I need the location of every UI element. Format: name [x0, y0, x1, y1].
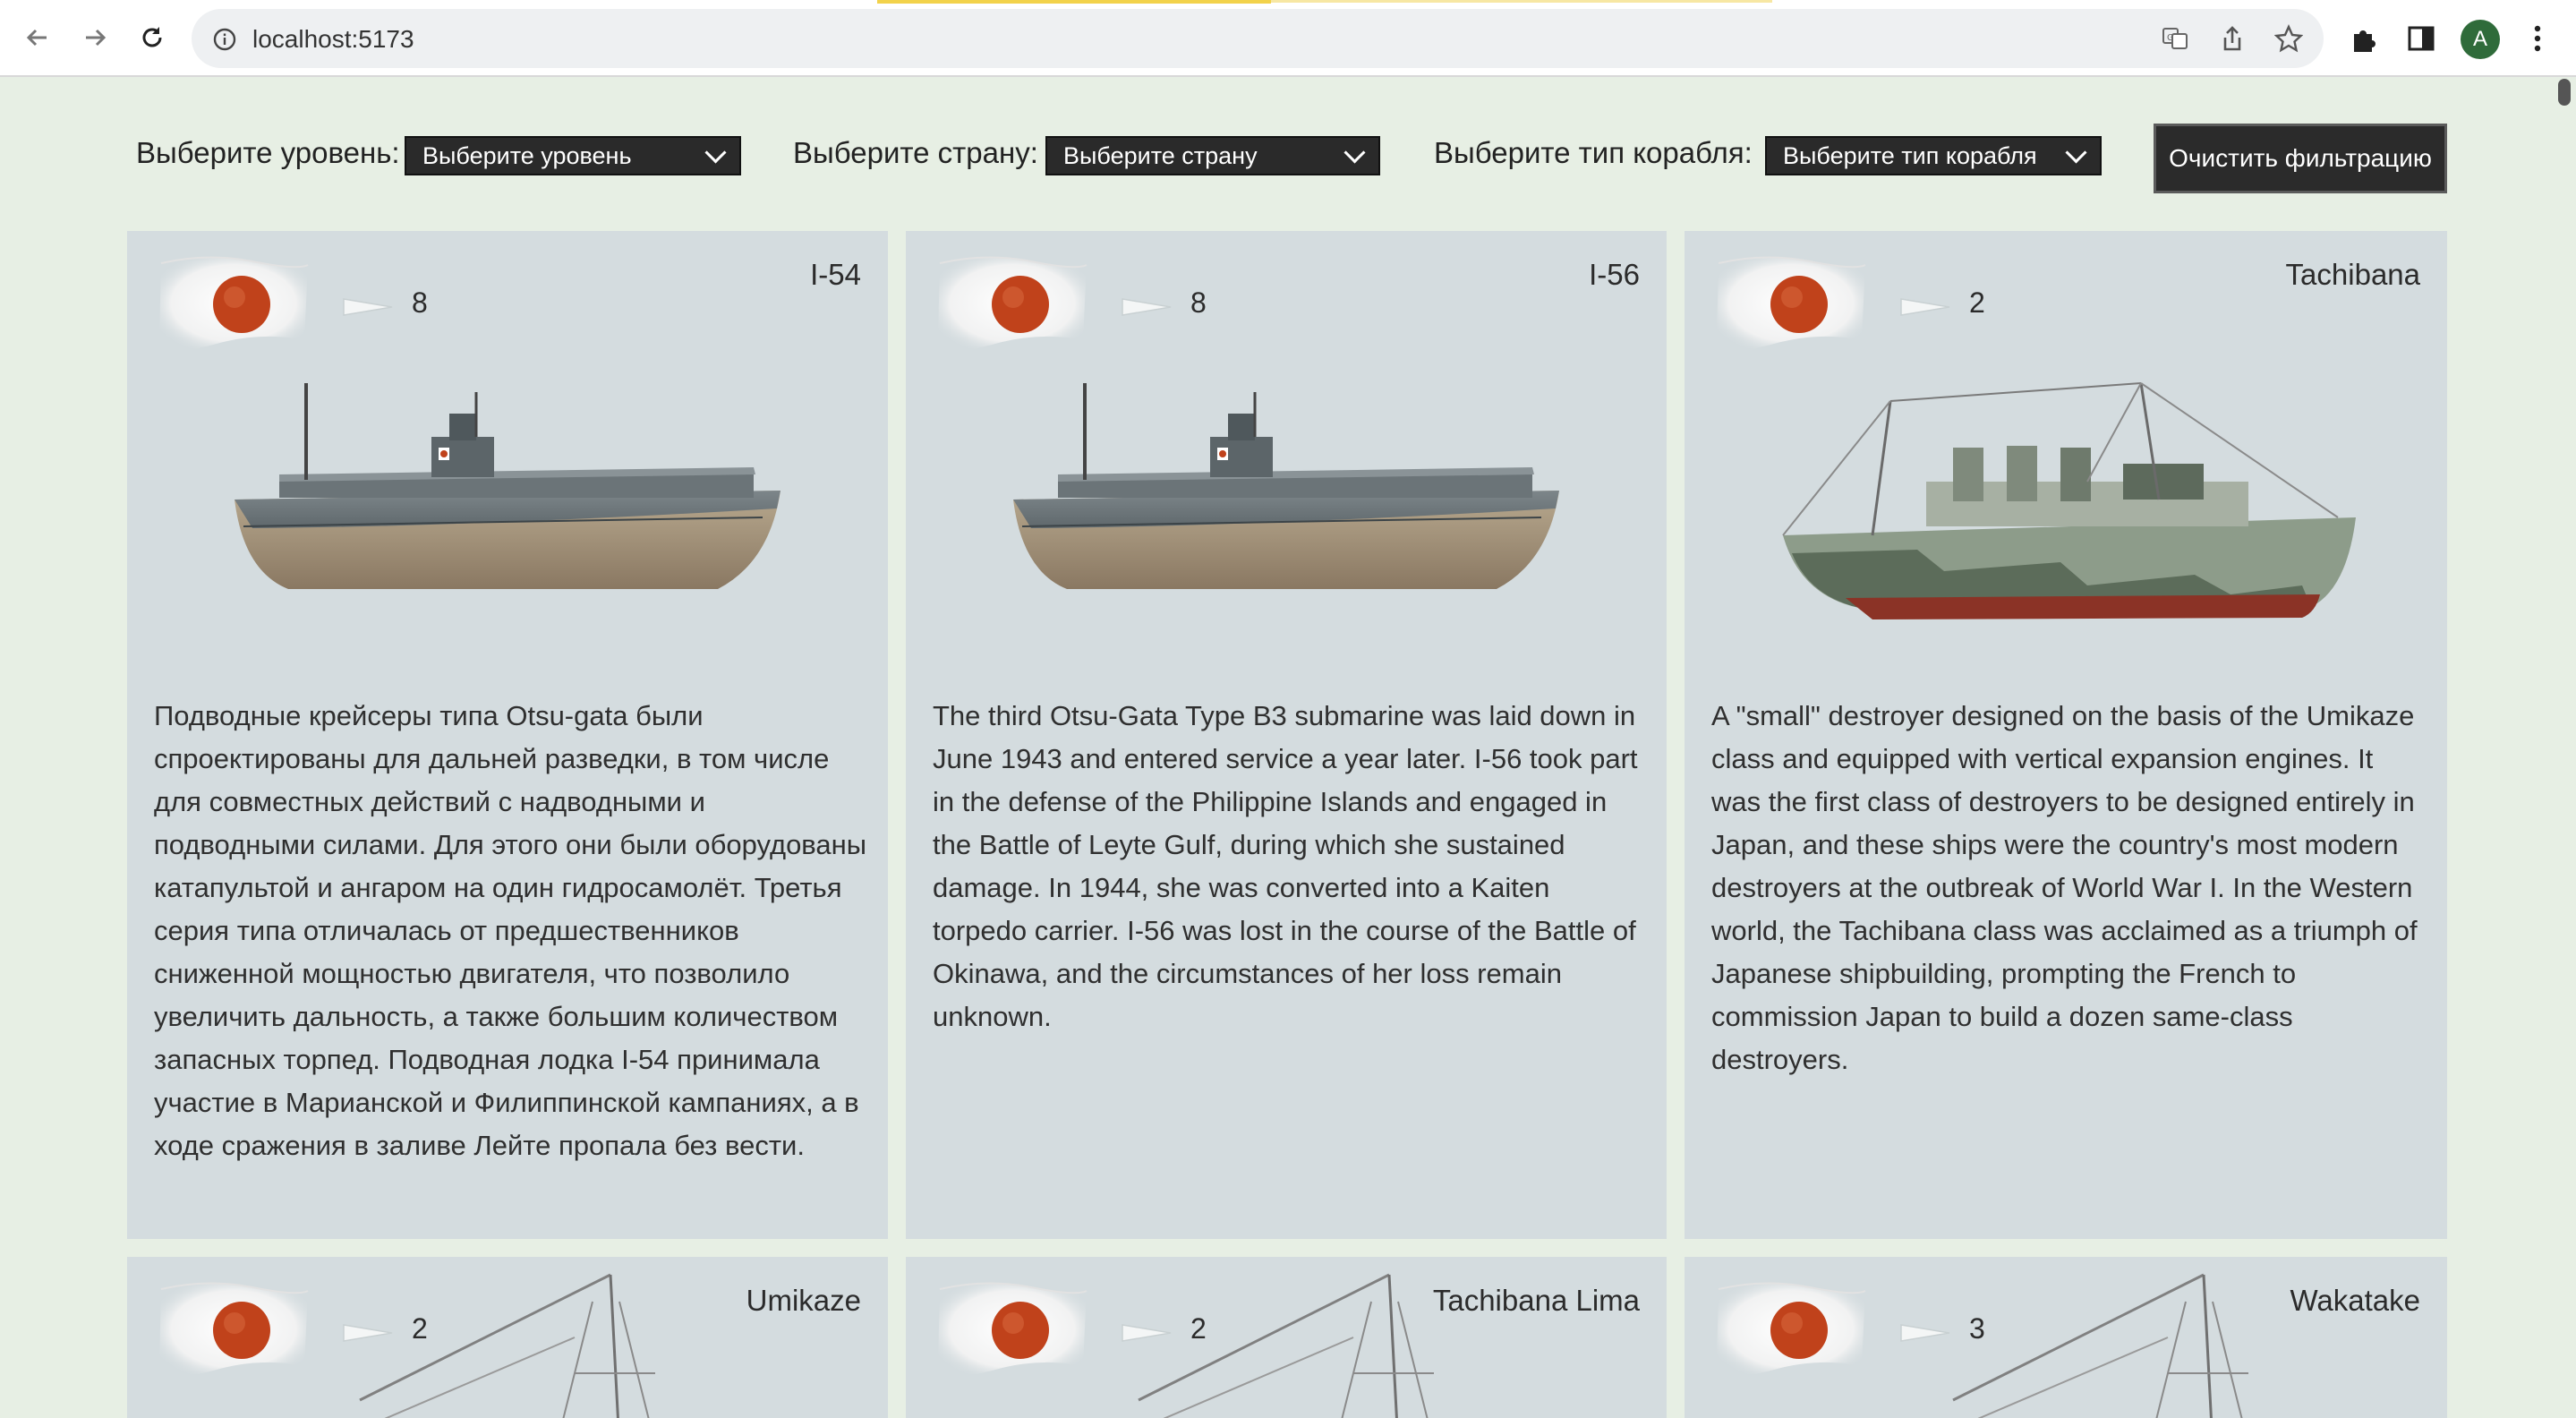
- chevron-down-icon: [2065, 141, 2087, 164]
- page-scrollbar[interactable]: [2558, 79, 2571, 106]
- tier-arrow-icon: [1900, 1324, 1950, 1342]
- ship-description: Подводные крейсеры типа Otsu-gata были с…: [154, 700, 867, 1161]
- ship-tier: 2: [1190, 1312, 1207, 1345]
- ship-tier: 8: [1190, 286, 1207, 319]
- tier-arrow-icon: [343, 1324, 393, 1342]
- ship-card[interactable]: 2 Tachibana Lima: [906, 1257, 1667, 1418]
- ship-type-select-value: Выберите тип корабля: [1783, 141, 2037, 169]
- ship-name: I-56: [1589, 258, 1640, 291]
- ship-card[interactable]: 2 Umikaze: [127, 1257, 888, 1418]
- share-icon[interactable]: [2218, 24, 2247, 53]
- reload-icon[interactable]: [134, 20, 170, 56]
- tier-arrow-icon: [343, 298, 393, 316]
- ship-tier: 8: [412, 286, 428, 319]
- translate-icon[interactable]: G: [2161, 24, 2189, 53]
- svg-text:G: G: [2167, 33, 2174, 43]
- profile-avatar[interactable]: A: [2461, 20, 2500, 59]
- ship-image: [233, 381, 782, 591]
- ship-name: Wakatake: [2290, 1284, 2420, 1317]
- url-text[interactable]: localhost:5173: [252, 25, 414, 54]
- info-icon[interactable]: [213, 28, 236, 56]
- country-select-value: Выберите страну: [1063, 141, 1258, 169]
- ship-card[interactable]: 2 Tachibana A "small" destroyer designed…: [1685, 231, 2447, 1239]
- japan-flag-icon: [1716, 1282, 1866, 1376]
- level-select-value: Выберите уровень: [422, 141, 632, 169]
- clear-filter-button[interactable]: Очистить фильтрацию: [2154, 124, 2447, 193]
- ship-card[interactable]: 8 I-56 The third Otsu-Gata Type B3 subma…: [906, 231, 1667, 1239]
- ship-name: Tachibana Lima: [1432, 1284, 1640, 1317]
- level-select[interactable]: Выберите уровень: [405, 136, 741, 175]
- tier-arrow-icon: [1122, 298, 1172, 316]
- ship-image: [1011, 381, 1561, 591]
- ship-type-filter-label: Выберите тип корабля:: [1434, 136, 1753, 169]
- ship-card[interactable]: 3 Wakatake: [1685, 1257, 2447, 1418]
- loading-bar: [877, 0, 1271, 4]
- japan-flag-icon: [937, 1282, 1088, 1376]
- ship-description: A "small" destroyer designed on the basi…: [1711, 700, 2418, 1075]
- loading-bar-trail: [1271, 0, 1772, 3]
- ship-tier: 2: [412, 1312, 428, 1345]
- browser-toolbar: localhost:5173 G A: [0, 0, 2576, 77]
- japan-flag-icon: [158, 256, 309, 350]
- country-filter-label: Выберите страну:: [793, 136, 1038, 169]
- country-select[interactable]: Выберите страну: [1045, 136, 1380, 175]
- japan-flag-icon: [158, 1282, 309, 1376]
- back-icon[interactable]: [20, 20, 55, 56]
- ship-card[interactable]: 8 I-54 Подводные крейсеры типа Otsu-gata…: [127, 231, 888, 1239]
- ship-name: I-54: [810, 258, 861, 291]
- forward-icon[interactable]: [77, 20, 113, 56]
- bookmark-star-icon[interactable]: [2274, 24, 2303, 53]
- japan-flag-icon: [937, 256, 1088, 350]
- tier-arrow-icon: [1122, 1324, 1172, 1342]
- ship-image: [1781, 381, 2358, 621]
- chevron-down-icon: [704, 141, 727, 164]
- ship-type-select[interactable]: Выберите тип корабля: [1765, 136, 2102, 175]
- ship-name: Umikaze: [746, 1284, 861, 1317]
- ship-image: [322, 1273, 657, 1418]
- ship-tier: 3: [1969, 1312, 1985, 1345]
- level-filter-label: Выберите уровень:: [136, 136, 400, 169]
- side-panel-icon[interactable]: [2402, 20, 2440, 57]
- chevron-down-icon: [1343, 141, 1366, 164]
- ship-description: The third Otsu-Gata Type B3 submarine wa…: [933, 700, 1638, 1032]
- extensions-icon[interactable]: [2345, 20, 2383, 57]
- address-bar[interactable]: localhost:5173 G: [192, 9, 2324, 68]
- menu-kebab-icon[interactable]: [2519, 20, 2556, 57]
